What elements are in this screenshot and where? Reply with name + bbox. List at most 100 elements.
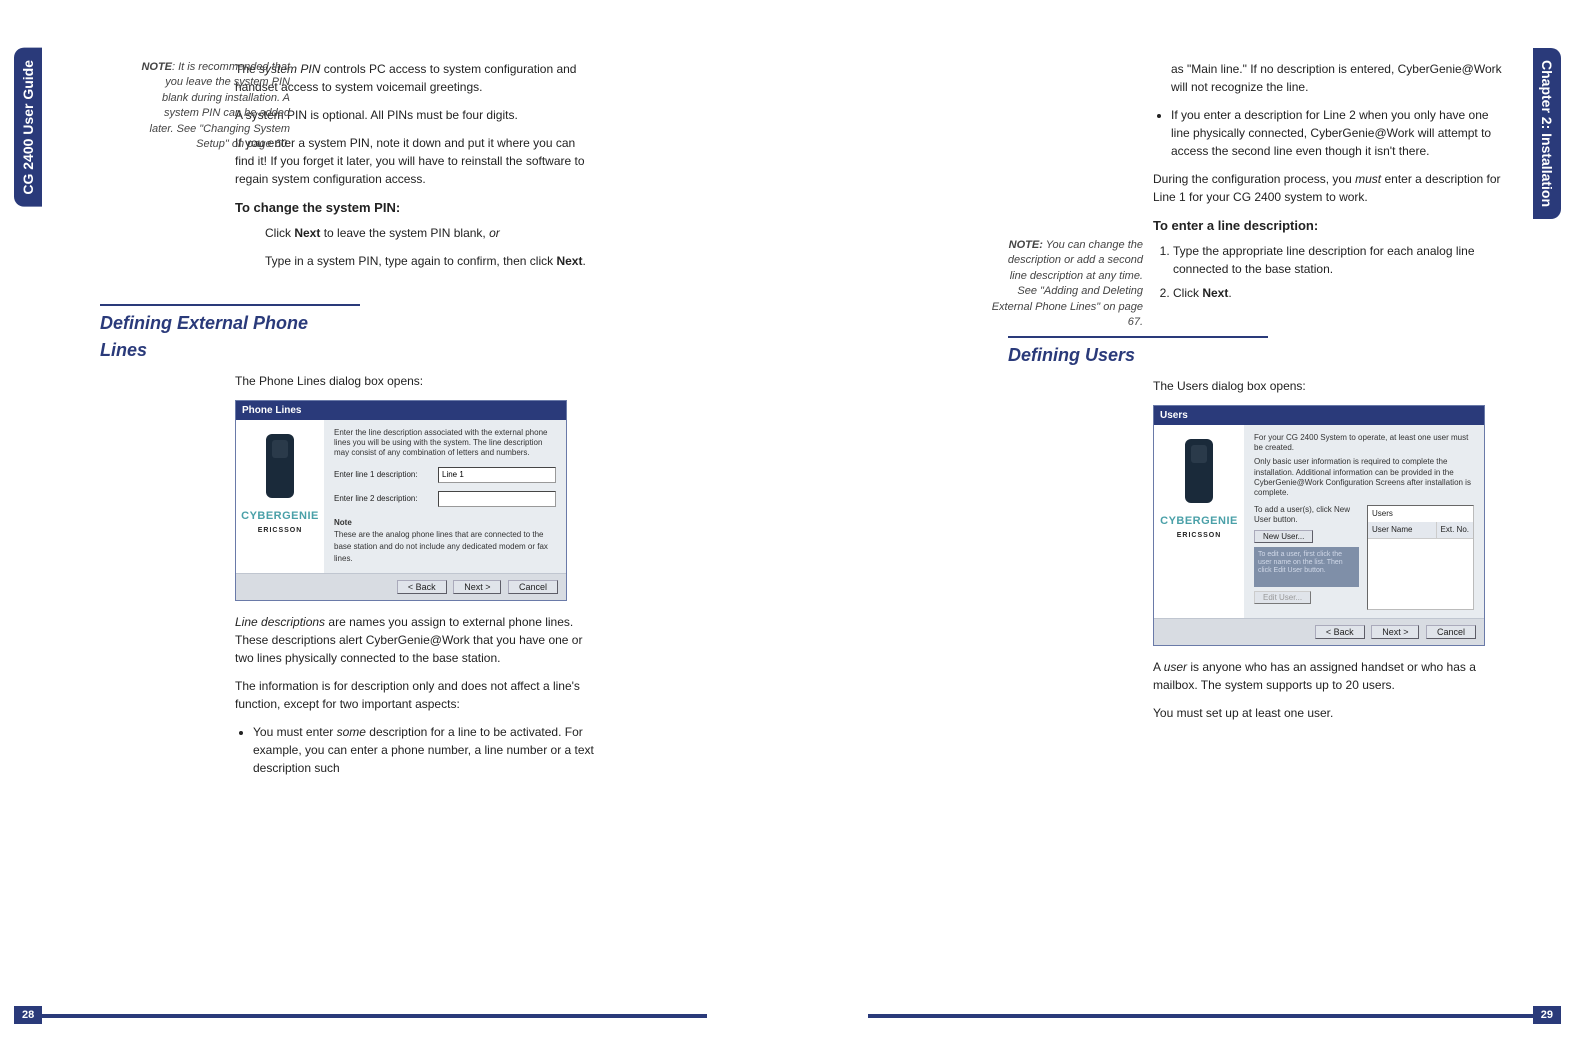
r-s2c: . [1228, 286, 1231, 300]
step1a: Click [265, 226, 294, 240]
margin-note-1: NOTE: It is recommended that you leave t… [140, 60, 290, 152]
cancel-button[interactable]: Cancel [508, 580, 558, 594]
sec1-intro: The Phone Lines dialog box opens: [235, 372, 595, 390]
brand2-text-2: ERICSSON [1158, 531, 1240, 542]
step2c: . [582, 254, 585, 268]
next-button[interactable]: Next > [453, 580, 501, 594]
r-p2b: must [1355, 172, 1381, 186]
right-content: as "Main line." If no description is ent… [988, 60, 1505, 732]
r-p3: A user is anyone who has an assigned han… [1153, 658, 1513, 694]
back-button-2[interactable]: < Back [1315, 625, 1365, 639]
back-button[interactable]: < Back [397, 580, 447, 594]
dialog-sidebar: CYBERGENIE ERICSSON [236, 420, 324, 573]
page-num-right: 29 [1533, 1006, 1561, 1024]
left-body2: The Phone Lines dialog box opens: Phone … [235, 372, 595, 778]
bullets-right: If you enter a description for Line 2 wh… [1153, 106, 1503, 160]
dlg1-desc: Enter the line description associated wi… [334, 428, 556, 459]
step1b: Next [294, 226, 320, 240]
cancel-button-2[interactable]: Cancel [1426, 625, 1476, 639]
handset-icon [266, 434, 294, 498]
step1c: to leave the system PIN blank, [320, 226, 489, 240]
note2-text: You can change the description or add a … [992, 239, 1143, 328]
bullets-left: You must enter some description for a li… [235, 723, 595, 777]
dlg2-add: To add a user(s), click New User button. [1254, 505, 1359, 526]
left-tab: CG 2400 User Guide [14, 48, 42, 207]
phone-lines-dialog-title: Phone Lines [236, 401, 566, 420]
step2: Type in a system PIN, type again to conf… [265, 252, 595, 270]
sec2-intro: The Users dialog box opens: [1153, 377, 1513, 395]
col-ext: Ext. No. [1437, 522, 1473, 538]
dlg2-grey: To edit a user, first click the user nam… [1254, 547, 1359, 587]
r-p2a: During the configuration process, you [1153, 172, 1355, 186]
phone-lines-dialog: Phone Lines CYBERGENIE ERICSSON Enter th… [235, 400, 567, 602]
r-p2: During the configuration process, you mu… [1153, 170, 1503, 206]
brand-text-2: CYBERGENIE [1158, 513, 1240, 530]
margin-note-2: NOTE: You can change the description or … [988, 238, 1143, 330]
b1b: some [337, 725, 366, 739]
users-dialog-main: For your CG 2400 System to operate, at l… [1244, 425, 1484, 618]
line1-input[interactable] [438, 467, 556, 483]
step1: Click Next to leave the system PIN blank… [265, 224, 595, 242]
handset-icon-2 [1185, 439, 1213, 503]
r-s2b: Next [1202, 286, 1228, 300]
users-dialog-sidebar: CYBERGENIE ERICSSON [1154, 425, 1244, 618]
users-dialog: Users CYBERGENIE ERICSSON For your CG 24… [1153, 405, 1485, 647]
users-list-body [1368, 539, 1473, 609]
page-num-left: 28 [14, 1006, 42, 1024]
step1d: or [489, 226, 500, 240]
new-user-button[interactable]: New User... [1254, 530, 1313, 543]
r-p4: You must set up at least one user. [1153, 704, 1513, 722]
edit-user-button[interactable]: Edit User... [1254, 591, 1311, 604]
r-p1: as "Main line." If no description is ent… [1171, 60, 1503, 96]
col-username: User Name [1368, 522, 1437, 538]
r-step2: Click Next. [1173, 284, 1503, 302]
users-list-header: User Name Ext. No. [1368, 522, 1473, 539]
right-body3: The Users dialog box opens: Users CYBERG… [1153, 377, 1513, 723]
dlg1-note-text: These are the analog phone lines that ar… [334, 530, 548, 563]
footer-bar-left [40, 1014, 707, 1018]
line1-label: Enter line 1 description: [334, 469, 432, 481]
dlg1-note: Note These are the analog phone lines th… [334, 517, 556, 565]
r-bullet1: If you enter a description for Line 2 wh… [1171, 106, 1503, 160]
section-defining-users: Defining Users [1008, 336, 1268, 369]
dlg1-note-h: Note [334, 518, 352, 527]
users-left-panel: To add a user(s), click New User button.… [1254, 505, 1359, 610]
dialog-buttons: < Back Next > Cancel [236, 573, 566, 601]
steps-right: Type the appropriate line description fo… [1153, 242, 1503, 302]
footer-bar-right [868, 1014, 1535, 1018]
p4: Line descriptions are names you assign t… [235, 613, 595, 667]
r-p3b: user [1164, 660, 1187, 674]
dlg2-desc2: Only basic user information is required … [1254, 457, 1474, 499]
line2-input[interactable] [438, 491, 556, 507]
p4a: Line descriptions [235, 615, 325, 629]
step2a: Type in a system PIN, type again to conf… [265, 254, 556, 268]
section-defining-lines: Defining External Phone Lines [100, 304, 360, 364]
next-button-2[interactable]: Next > [1371, 625, 1419, 639]
dlg2-desc1: For your CG 2400 System to operate, at l… [1254, 433, 1474, 454]
sub2: To enter a line description: [1153, 216, 1503, 236]
note1-text: : It is recommended that you leave the s… [150, 61, 290, 150]
b1a: You must enter [253, 725, 337, 739]
sub1: To change the system PIN: [235, 198, 595, 218]
users-h: Users [1368, 506, 1473, 522]
users-dialog-title: Users [1154, 406, 1484, 425]
r-p3a: A [1153, 660, 1164, 674]
r-s2a: Click [1173, 286, 1202, 300]
note2-label: NOTE: [1009, 239, 1043, 251]
step2b: Next [556, 254, 582, 268]
right-body2: To enter a line description: Type the ap… [1153, 216, 1503, 302]
r-step1: Type the appropriate line description fo… [1173, 242, 1503, 278]
line2-label: Enter line 2 description: [334, 493, 432, 505]
bullet1: You must enter some description for a li… [253, 723, 595, 777]
dialog-main: Enter the line description associated wi… [324, 420, 566, 573]
left-content: NOTE: It is recommended that you leave t… [70, 60, 587, 787]
brand-text: CYBERGENIE [240, 508, 320, 525]
note1-label: NOTE [141, 61, 172, 73]
right-tab: Chapter 2: Installation [1533, 48, 1561, 219]
brand2-text: ERICSSON [240, 526, 320, 537]
users-dialog-buttons: < Back Next > Cancel [1154, 618, 1484, 646]
p5: The information is for description only … [235, 677, 595, 713]
r-p3c: is anyone who has an assigned handset or… [1153, 660, 1476, 692]
right-body1: as "Main line." If no description is ent… [1153, 60, 1503, 206]
users-list-panel: Users User Name Ext. No. [1367, 505, 1474, 610]
